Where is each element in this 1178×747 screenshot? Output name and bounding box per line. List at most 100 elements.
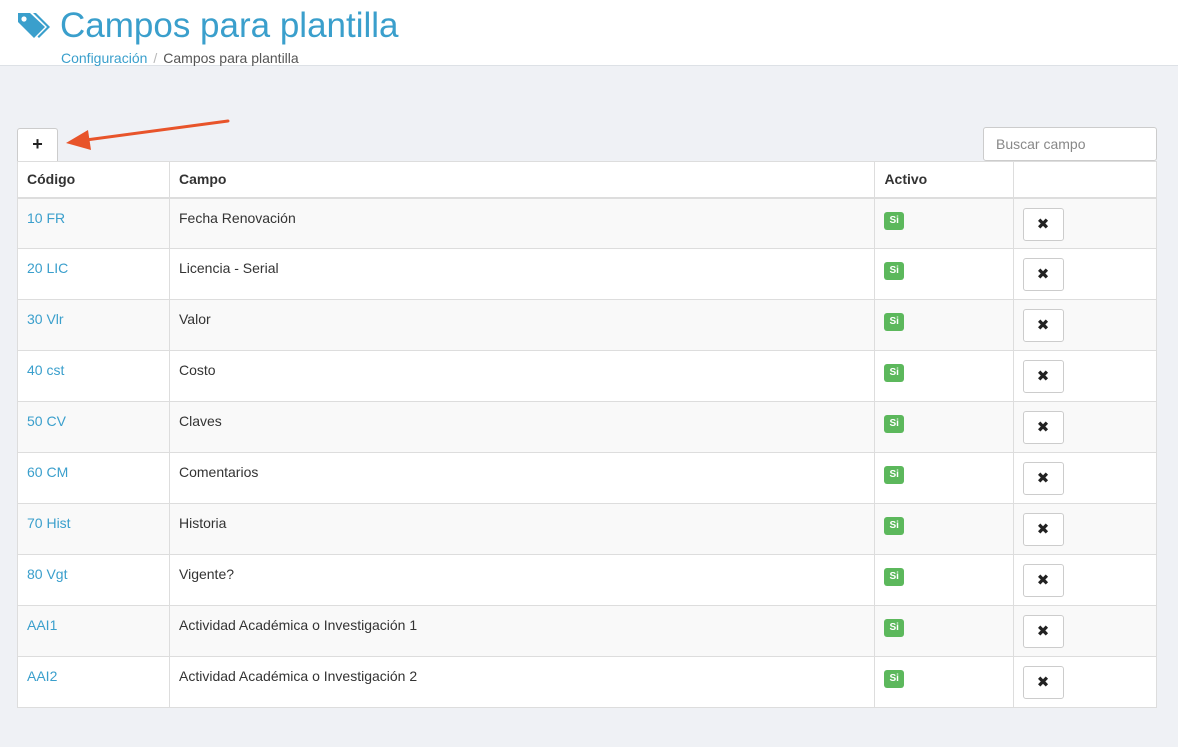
close-icon: ✖: [1036, 521, 1050, 538]
delete-row-button[interactable]: ✖: [1022, 615, 1064, 648]
field-name-cell: Claves: [168, 401, 876, 453]
table-row: AAI2 Actividad Académica o Investigación …: [17, 656, 1158, 708]
actions-cell: ✖: [1012, 452, 1158, 504]
code-cell: 30 Vlr: [17, 299, 170, 351]
table-row: 50 CV Claves Si ✖: [17, 401, 1158, 453]
code-cell: 50 CV: [17, 401, 170, 453]
actions-cell: ✖: [1012, 401, 1158, 453]
active-cell: Si: [874, 554, 1014, 606]
active-cell: Si: [874, 197, 1014, 249]
column-header-codigo: Código: [17, 161, 170, 199]
add-field-button[interactable]: +: [17, 128, 58, 161]
delete-row-button[interactable]: ✖: [1022, 207, 1064, 241]
active-cell: Si: [874, 605, 1014, 657]
field-code-link[interactable]: 30 Vlr: [27, 311, 64, 327]
field-code-link[interactable]: 50 CV: [27, 413, 66, 429]
field-code-link[interactable]: 80 Vgt: [27, 566, 67, 582]
actions-cell: ✖: [1012, 248, 1158, 300]
delete-row-button[interactable]: ✖: [1022, 411, 1064, 444]
table-row: 70 Hist Historia Si ✖: [17, 503, 1158, 555]
active-status-badge: Si: [884, 262, 904, 280]
page-header: Campos para plantilla Configuración / Camp…: [0, 0, 1178, 66]
delete-row-button[interactable]: ✖: [1022, 360, 1064, 393]
field-name-cell: Actividad Académica o Investigación 1: [168, 605, 876, 657]
actions-cell: ✖: [1012, 605, 1158, 657]
breadcrumb: Configuración / Campos para plantilla: [61, 50, 299, 66]
active-cell: Si: [874, 350, 1014, 402]
active-status-badge: Si: [884, 415, 904, 433]
field-code-link[interactable]: 20 LIC: [27, 260, 68, 276]
field-name-cell: Valor: [168, 299, 876, 351]
arrow-icon: [66, 119, 230, 150]
close-icon: ✖: [1036, 266, 1050, 283]
field-code-link[interactable]: AAI1: [27, 617, 57, 633]
active-status-badge: Si: [884, 466, 904, 484]
field-code-link[interactable]: 40 cst: [27, 362, 64, 378]
code-cell: 70 Hist: [17, 503, 170, 555]
close-icon: ✖: [1036, 572, 1050, 589]
actions-cell: ✖: [1012, 656, 1158, 708]
close-icon: ✖: [1036, 470, 1050, 487]
active-status-badge: Si: [884, 517, 904, 535]
search-field-input[interactable]: [983, 127, 1157, 161]
active-cell: Si: [874, 248, 1014, 300]
code-cell: 20 LIC: [17, 248, 170, 300]
table-row: 20 LIC Licencia - Serial Si ✖: [17, 248, 1158, 300]
code-cell: AAI1: [17, 605, 170, 657]
close-icon: ✖: [1036, 368, 1050, 385]
actions-cell: ✖: [1012, 197, 1158, 249]
field-name-cell: Costo: [168, 350, 876, 402]
close-icon: ✖: [1036, 623, 1050, 640]
table-row: 10 FR Fecha Renovación Si ✖: [17, 197, 1158, 249]
close-icon: ✖: [1036, 419, 1050, 436]
close-icon: ✖: [1036, 215, 1050, 233]
active-cell: Si: [874, 656, 1014, 708]
close-icon: ✖: [1036, 317, 1050, 334]
active-status-badge: Si: [884, 568, 904, 586]
active-cell: Si: [874, 401, 1014, 453]
active-status-badge: Si: [884, 619, 904, 637]
active-status-badge: Si: [884, 313, 904, 331]
field-code-link[interactable]: AAI2: [27, 668, 57, 684]
delete-row-button[interactable]: ✖: [1022, 258, 1064, 291]
code-cell: AAI2: [17, 656, 170, 708]
field-name-cell: Comentarios: [168, 452, 876, 504]
active-status-badge: Si: [884, 211, 904, 230]
table-row: 30 Vlr Valor Si ✖: [17, 299, 1158, 351]
actions-cell: ✖: [1012, 350, 1158, 402]
active-status-badge: Si: [884, 670, 904, 688]
breadcrumb-separator: /: [153, 50, 158, 66]
table-header-row: Código Campo Activo: [17, 161, 1158, 199]
actions-cell: ✖: [1012, 503, 1158, 555]
field-name-cell: Licencia - Serial: [168, 248, 876, 300]
field-code-link[interactable]: 70 Hist: [27, 515, 71, 531]
field-code-link[interactable]: 60 CM: [27, 464, 68, 480]
table-row: 60 CM Comentarios Si ✖: [17, 452, 1158, 504]
delete-row-button[interactable]: ✖: [1022, 309, 1064, 342]
table-row: 80 Vgt Vigente? Si ✖: [17, 554, 1158, 606]
page-title: Campos para plantilla: [60, 6, 399, 45]
field-name-cell: Vigente?: [168, 554, 876, 606]
delete-row-button[interactable]: ✖: [1022, 666, 1064, 699]
active-cell: Si: [874, 503, 1014, 555]
column-header-campo: Campo: [168, 161, 876, 199]
breadcrumb-link-configuracion[interactable]: Configuración: [61, 50, 147, 66]
delete-row-button[interactable]: ✖: [1022, 513, 1064, 546]
delete-row-button[interactable]: ✖: [1022, 462, 1064, 495]
active-status-badge: Si: [884, 364, 904, 382]
field-name-cell: Historia: [168, 503, 876, 555]
code-cell: 60 CM: [17, 452, 170, 504]
field-code-link[interactable]: 10 FR: [27, 210, 65, 226]
code-cell: 10 FR: [17, 197, 170, 249]
column-header-actions: [1012, 161, 1158, 199]
tags-icon: [18, 13, 50, 38]
delete-row-button[interactable]: ✖: [1022, 564, 1064, 597]
active-cell: Si: [874, 452, 1014, 504]
field-name-cell: Actividad Académica o Investigación 2: [168, 656, 876, 708]
table-row: AAI1 Actividad Académica o Investigación …: [17, 605, 1158, 657]
close-icon: ✖: [1036, 674, 1050, 691]
code-cell: 40 cst: [17, 350, 170, 402]
active-cell: Si: [874, 299, 1014, 351]
breadcrumb-current: Campos para plantilla: [163, 50, 299, 66]
code-cell: 80 Vgt: [17, 554, 170, 606]
